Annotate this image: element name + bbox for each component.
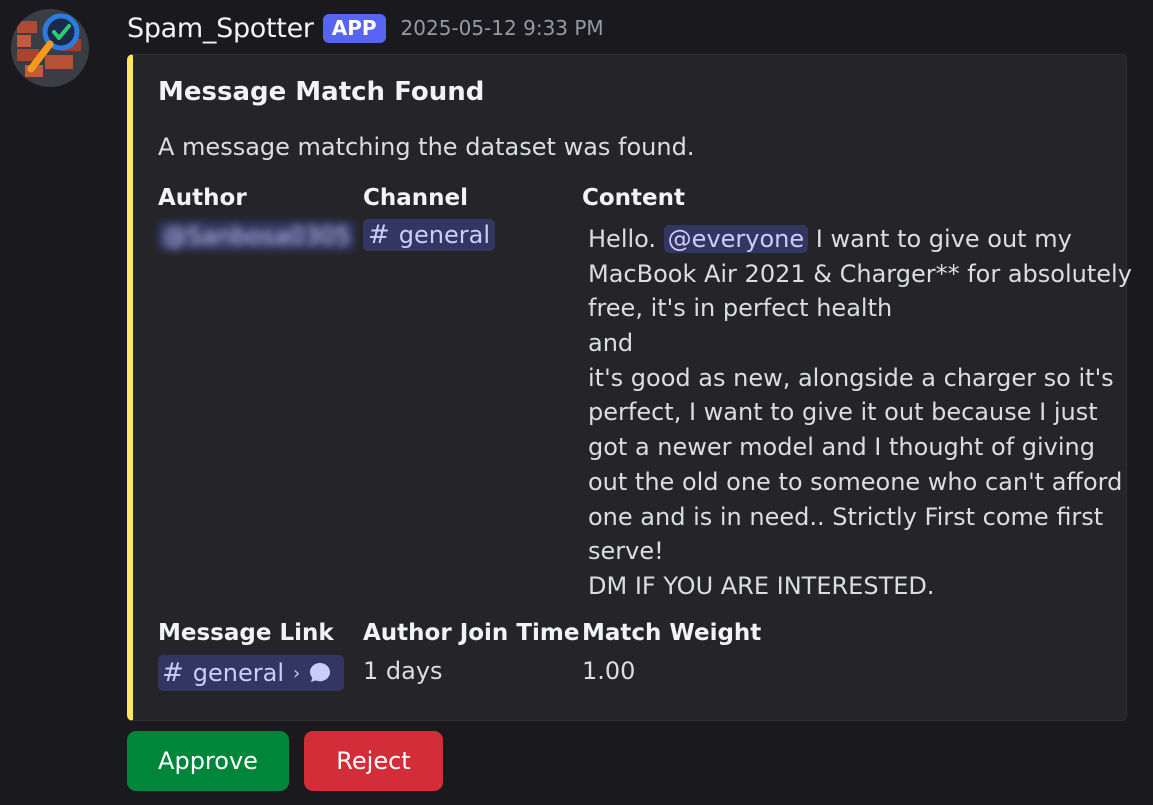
reject-button[interactable]: Reject: [304, 731, 443, 791]
content-line: out the old one to someone who can't aff…: [588, 467, 1123, 496]
author-value[interactable]: @Sanbosa0305: [158, 221, 356, 251]
message-link-channel: general: [192, 659, 285, 687]
content-line: and: [588, 329, 634, 358]
field-name-content: Content: [582, 185, 686, 211]
speech-bubble-icon: [310, 663, 331, 682]
channel-mention-label: general: [398, 221, 491, 249]
content-line: got a newer model and I thought of givin…: [588, 433, 1095, 462]
username[interactable]: Spam_Spotter: [127, 13, 314, 44]
content-line: free, it's in perfect health: [588, 294, 893, 323]
author-mention[interactable]: @Sanbosa0305: [158, 221, 356, 251]
everyone-mention[interactable]: @everyone: [663, 225, 809, 253]
channel-value: # general: [363, 219, 496, 251]
embed-description: A message matching the dataset was found…: [158, 133, 695, 161]
match-weight-value: 1.00: [582, 657, 636, 685]
field-name-match-weight: Match Weight: [582, 620, 762, 646]
content-text-after: I want to give out my: [808, 225, 1072, 253]
message-header: Spam_Spotter APP 2025-05-12 9:33 PM: [127, 8, 604, 48]
bot-avatar[interactable]: [11, 9, 89, 87]
chevron-right-icon: ›: [293, 662, 301, 684]
embed-title: Message Match Found: [158, 77, 485, 107]
channel-mention[interactable]: # general: [363, 219, 496, 251]
hash-icon: #: [368, 220, 390, 250]
content-value: Hello. @everyone I want to give out my M…: [588, 222, 1132, 604]
hash-icon: #: [162, 658, 184, 688]
embed-card: Message Match Found A message matching t…: [127, 54, 1132, 721]
content-line: MacBook Air 2021 & Charger** for absolut…: [588, 259, 1132, 288]
field-name-author: Author: [158, 185, 247, 211]
content-line: DM IF YOU ARE INTERESTED.: [588, 571, 935, 600]
field-name-message-link: Message Link: [158, 620, 334, 646]
approve-button[interactable]: Approve: [127, 731, 289, 791]
field-name-channel: Channel: [363, 185, 469, 211]
field-name-author-join-time: Author Join Time: [363, 620, 580, 646]
content-text-before: Hello.: [588, 225, 664, 253]
content-line: one and is in need.. Strictly First come…: [588, 502, 1104, 531]
magnifier-check-avatar-icon: [11, 9, 89, 87]
message-link[interactable]: # general ›: [158, 655, 345, 691]
timestamp: 2025-05-12 9:33 PM: [400, 16, 604, 40]
author-join-time-value: 1 days: [363, 657, 443, 685]
app-badge: APP: [322, 13, 386, 43]
content-line: Hello. @everyone I want to give out my: [588, 222, 1118, 257]
content-line: serve!: [588, 537, 664, 566]
content-line: it's good as new, alongside a charger so…: [588, 363, 1114, 392]
content-line: perfect, I want to give it out because I…: [588, 398, 1098, 427]
